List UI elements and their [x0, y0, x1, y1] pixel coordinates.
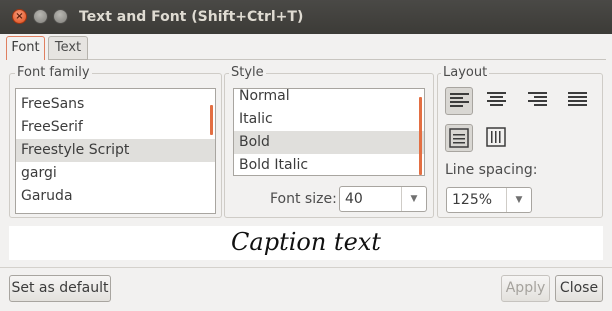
font-size-combo[interactable]: 40 ▼ [339, 186, 427, 212]
close-button[interactable]: Close [555, 275, 603, 302]
vertical-text-button[interactable] [483, 124, 511, 152]
text-vertical-icon [486, 127, 506, 147]
align-left-icon [450, 93, 469, 107]
align-right-button[interactable] [524, 87, 552, 115]
text-horizontal-icon [449, 128, 469, 148]
chevron-down-icon[interactable]: ▼ [506, 188, 531, 212]
close-window-icon[interactable]: × [12, 9, 27, 24]
preview-area: Caption text [9, 226, 603, 260]
style-label: Style [229, 65, 266, 80]
list-item[interactable]: Garuda [16, 185, 215, 208]
align-right-icon [528, 92, 547, 106]
align-justify-button[interactable] [564, 87, 592, 115]
font-size-value: 40 [345, 191, 363, 207]
list-item-selected[interactable]: Freestyle Script [16, 139, 215, 162]
horizontal-text-button[interactable] [445, 124, 473, 152]
style-scrollbar[interactable] [419, 97, 422, 175]
font-family-label: Font family [15, 65, 92, 80]
font-family-list[interactable]: FreeSans FreeSerif Freestyle Script garg… [15, 88, 216, 214]
minimize-window-icon[interactable] [33, 9, 48, 24]
title-bar: × Text and Font (Shift+Ctrl+T) [0, 0, 612, 34]
line-spacing-value: 125% [452, 192, 493, 208]
tab-divider [88, 59, 606, 60]
list-item[interactable]: Italic [234, 108, 424, 131]
style-list[interactable]: Normal Italic Bold Bold Italic [233, 88, 425, 176]
line-spacing-combo[interactable]: 125% ▼ [446, 187, 532, 213]
list-item[interactable]: Normal [234, 89, 424, 108]
list-item[interactable]: FreeSerif [16, 116, 215, 139]
font-family-scrollbar[interactable] [210, 105, 213, 135]
font-size-label: Font size: [270, 191, 337, 207]
tab-text[interactable]: Text [48, 36, 88, 60]
align-center-icon [487, 92, 506, 106]
window-title: Text and Font (Shift+Ctrl+T) [79, 9, 304, 25]
align-justify-icon [568, 92, 587, 106]
tab-font[interactable]: Font [6, 36, 45, 60]
text-and-font-dialog: × Text and Font (Shift+Ctrl+T) Font Text… [0, 0, 612, 311]
list-item[interactable]: Bold Italic [234, 154, 424, 175]
align-left-button[interactable] [445, 87, 473, 115]
list-item[interactable]: gargi [16, 162, 215, 185]
button-bar-divider [0, 267, 612, 268]
set-as-default-button[interactable]: Set as default [9, 275, 111, 302]
preview-text: Caption text [231, 228, 381, 256]
maximize-window-icon[interactable] [53, 9, 68, 24]
layout-label: Layout [441, 65, 490, 80]
line-spacing-label: Line spacing: [445, 162, 538, 178]
align-center-button[interactable] [483, 87, 511, 115]
list-item-selected[interactable]: Bold [234, 131, 424, 154]
chevron-down-icon[interactable]: ▼ [401, 187, 426, 211]
list-item[interactable]: FreeSans [16, 93, 215, 116]
apply-button[interactable]: Apply [501, 275, 550, 302]
